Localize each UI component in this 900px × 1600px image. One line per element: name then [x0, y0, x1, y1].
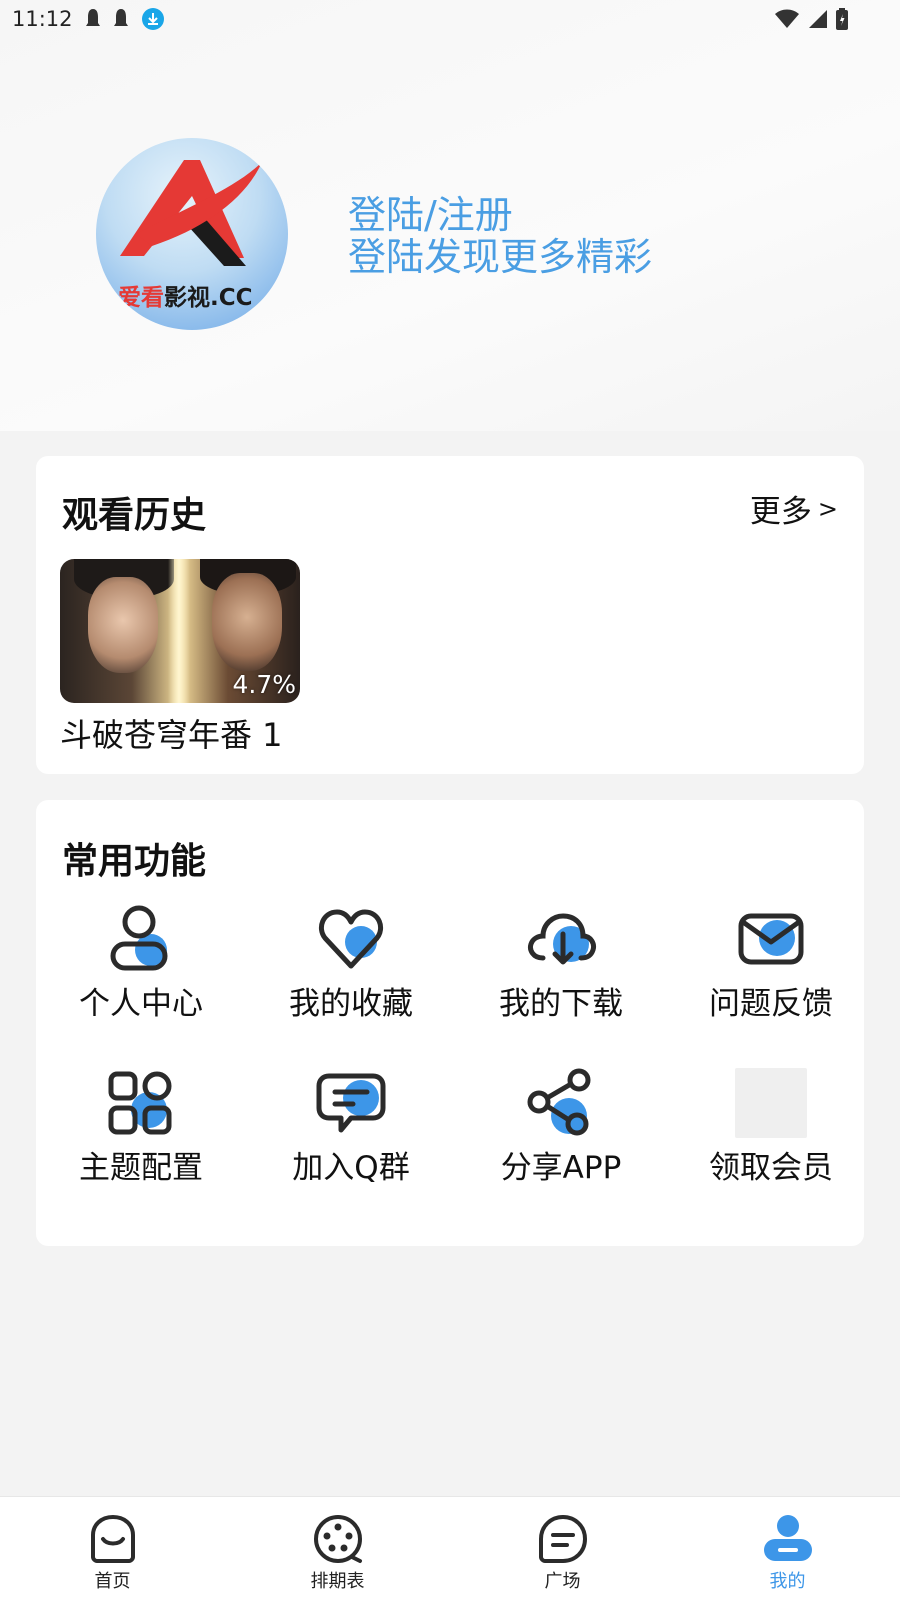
- user-icon: [110, 905, 168, 971]
- chat-icon: [316, 1073, 386, 1133]
- common-functions-card: 常用功能 个人中心 我的收藏 我的下载 问题反馈 主题配置 加入Q群 分享APP…: [36, 800, 864, 1246]
- function-label: 我的下载: [499, 986, 623, 1022]
- home-icon: [90, 1514, 135, 1563]
- logo-text-red: 爱看: [118, 285, 164, 311]
- nav-label: 我的: [769, 1571, 806, 1592]
- function-feedback[interactable]: 问题反馈: [666, 904, 876, 1068]
- share-icon: [527, 1068, 591, 1136]
- function-label: 问题反馈: [709, 986, 833, 1022]
- function-join-qq-group[interactable]: 加入Q群: [246, 1068, 456, 1232]
- logo-text: 爱看影视.CC: [118, 278, 253, 312]
- square-icon: [538, 1514, 587, 1563]
- mail-icon: [738, 913, 804, 965]
- nav-schedule[interactable]: 排期表: [225, 1497, 450, 1600]
- function-my-downloads[interactable]: 我的下载: [456, 904, 666, 1068]
- function-theme-config[interactable]: 主题配置: [36, 1068, 246, 1232]
- nav-label: 排期表: [310, 1571, 365, 1592]
- bottom-nav: 首页 排期表 广场 我的: [0, 1496, 900, 1600]
- function-claim-membership[interactable]: 领取会员: [666, 1068, 876, 1232]
- cloud-download-icon: [528, 913, 596, 965]
- profile-header: 爱看影视.CC 登陆/注册 登陆发现更多精彩: [0, 0, 900, 431]
- login-register-link[interactable]: 登陆/注册: [348, 194, 513, 236]
- more-label: 更多: [749, 494, 812, 530]
- schedule-icon: [313, 1515, 362, 1563]
- watch-history-card: 观看历史 更多 > 4.7% 斗破苍穹年番 1: [36, 456, 864, 774]
- app-logo[interactable]: 爱看影视.CC: [96, 138, 288, 330]
- function-label: 个人中心: [79, 986, 203, 1022]
- functions-title: 常用功能: [62, 841, 207, 882]
- heart-icon: [319, 909, 383, 969]
- signal-icon: [809, 10, 827, 28]
- functions-grid: 个人中心 我的收藏 我的下载 问题反馈 主题配置 加入Q群 分享APP 领取会员: [36, 904, 864, 1232]
- status-time: 11:12: [12, 7, 73, 31]
- history-more-link[interactable]: 更多 >: [750, 486, 838, 531]
- nav-profile[interactable]: 我的: [675, 1497, 900, 1600]
- nav-square[interactable]: 广场: [450, 1497, 675, 1600]
- watch-progress: 4.7%: [232, 670, 296, 699]
- function-label: 领取会员: [709, 1150, 833, 1186]
- wifi-icon: [775, 9, 799, 28]
- nav-home[interactable]: 首页: [0, 1497, 225, 1600]
- download-status-icon: [141, 8, 164, 30]
- history-title: 观看历史: [62, 495, 207, 536]
- history-item-title[interactable]: 斗破苍穹年番 1: [60, 710, 283, 756]
- function-label: 加入Q群: [292, 1150, 410, 1186]
- function-my-favorites[interactable]: 我的收藏: [246, 904, 456, 1068]
- nav-label: 广场: [544, 1571, 581, 1592]
- function-label: 分享APP: [500, 1150, 622, 1186]
- function-personal-center[interactable]: 个人中心: [36, 904, 246, 1068]
- login-subtitle: 登陆发现更多精彩: [348, 235, 653, 279]
- status-bar: 11:12: [0, 0, 900, 38]
- grid-icon: [108, 1071, 172, 1135]
- history-item-thumbnail[interactable]: 4.7%: [60, 559, 300, 703]
- function-label: 主题配置: [79, 1150, 203, 1186]
- notification-icon-2: [113, 9, 128, 26]
- notification-icon: [85, 9, 100, 26]
- function-label: 我的收藏: [289, 986, 413, 1022]
- nav-label: 首页: [94, 1571, 131, 1592]
- function-share-app[interactable]: 分享APP: [456, 1068, 666, 1232]
- chevron-right-icon: >: [817, 494, 838, 523]
- battery-icon: [836, 8, 848, 30]
- logo-text-black: 影视.CC: [164, 285, 253, 311]
- image-placeholder-icon: [735, 1068, 807, 1138]
- profile-icon: [763, 1515, 812, 1561]
